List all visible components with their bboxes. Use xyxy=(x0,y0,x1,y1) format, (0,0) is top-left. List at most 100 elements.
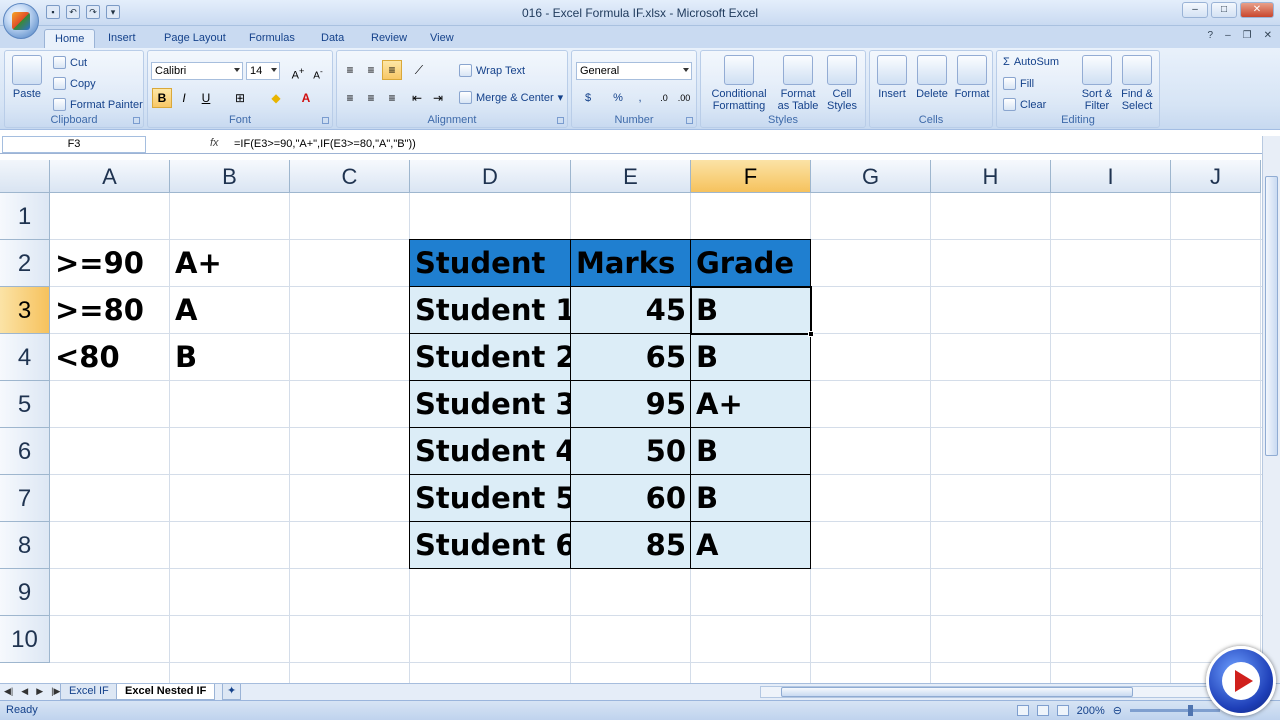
tab-insert[interactable]: Insert xyxy=(98,29,146,48)
select-all-button[interactable] xyxy=(0,160,50,193)
table-cell-grade[interactable]: B xyxy=(691,475,811,522)
row-header-4[interactable]: 4 xyxy=(0,334,50,381)
table-cell-marks[interactable]: 45 xyxy=(571,287,691,334)
row-header-6[interactable]: 6 xyxy=(0,428,50,475)
merge-center-button[interactable]: Merge & Center ▾ xyxy=(459,91,563,104)
tab-page-layout[interactable]: Page Layout xyxy=(154,29,236,48)
format-painter-button[interactable]: Format Painter xyxy=(53,98,143,111)
number-format-select[interactable]: General xyxy=(576,62,692,80)
italic-button[interactable]: I xyxy=(174,88,194,108)
currency-button[interactable]: $ xyxy=(578,88,598,108)
table-cell-student[interactable]: Student 5 xyxy=(410,475,571,522)
normal-view-icon[interactable] xyxy=(1016,705,1029,716)
column-header-e[interactable]: E xyxy=(571,160,691,193)
align-bottom-icon[interactable]: ≡ xyxy=(382,60,402,80)
vertical-scrollbar[interactable] xyxy=(1262,136,1280,684)
table-cell-grade[interactable]: B xyxy=(691,287,811,334)
column-header-f[interactable]: F xyxy=(691,160,811,193)
table-cell-student[interactable]: Student 4 xyxy=(410,428,571,475)
grow-font-button[interactable]: A+ xyxy=(288,61,308,82)
prev-sheet-icon[interactable]: ◀ xyxy=(21,686,28,697)
tab-home[interactable]: Home xyxy=(44,29,96,48)
align-top-icon[interactable]: ≡ xyxy=(340,60,360,80)
align-center-icon[interactable]: ≡ xyxy=(361,88,381,108)
insert-sheet-icon[interactable]: ✦ xyxy=(222,684,242,700)
table-cell-grade[interactable]: B xyxy=(691,428,811,475)
insert-cells-button[interactable]: Insert xyxy=(874,55,910,100)
align-middle-icon[interactable]: ≡ xyxy=(361,60,381,80)
column-header-i[interactable]: I xyxy=(1051,160,1171,193)
office-button[interactable] xyxy=(3,3,39,39)
table-cell-marks[interactable]: 85 xyxy=(571,522,691,569)
table-cell-student[interactable]: Student 6 xyxy=(410,522,571,569)
underline-button[interactable]: U xyxy=(196,88,216,108)
column-header-c[interactable]: C xyxy=(290,160,410,193)
table-cell-grade[interactable]: A xyxy=(691,522,811,569)
column-header-a[interactable]: A xyxy=(50,160,170,193)
cut-button[interactable]: Cut xyxy=(53,56,87,69)
autosum-button[interactable]: Σ AutoSum xyxy=(1003,56,1059,68)
column-header-h[interactable]: H xyxy=(931,160,1051,193)
table-header-marks[interactable]: Marks xyxy=(571,240,691,287)
row-header-7[interactable]: 7 xyxy=(0,475,50,522)
name-box[interactable]: F3 xyxy=(2,136,146,153)
font-launcher-icon[interactable] xyxy=(322,117,329,124)
help-icon[interactable]: ? xyxy=(1208,30,1214,41)
criteria-condition-cell[interactable]: >=90 xyxy=(50,240,170,287)
horizontal-scrollbar[interactable] xyxy=(760,686,1260,698)
row-header-10[interactable]: 10 xyxy=(0,616,50,663)
first-sheet-icon[interactable]: ◀| xyxy=(4,686,13,697)
maximize-button[interactable]: □ xyxy=(1211,2,1237,18)
ribbon-minimize-icon[interactable]: – xyxy=(1225,30,1231,41)
criteria-condition-cell[interactable]: <80 xyxy=(50,334,170,381)
column-header-g[interactable]: G xyxy=(811,160,931,193)
ribbon-close-icon[interactable]: ✕ xyxy=(1264,30,1272,41)
close-button[interactable]: ✕ xyxy=(1240,2,1274,18)
table-cell-marks[interactable]: 60 xyxy=(571,475,691,522)
number-launcher-icon[interactable] xyxy=(686,117,693,124)
fx-icon[interactable]: fx xyxy=(210,137,219,149)
next-sheet-icon[interactable]: ▶ xyxy=(36,686,43,697)
clipboard-launcher-icon[interactable] xyxy=(133,117,140,124)
row-header-2[interactable]: 2 xyxy=(0,240,50,287)
increase-decimal-icon[interactable]: .0 xyxy=(654,88,674,108)
increase-indent-icon[interactable]: ⇥ xyxy=(428,88,448,108)
table-header-grade[interactable]: Grade xyxy=(691,240,811,287)
zoom-level[interactable]: 200% xyxy=(1077,705,1105,717)
row-header-8[interactable]: 8 xyxy=(0,522,50,569)
sheet-tab-excel-if[interactable]: Excel IF xyxy=(60,684,118,700)
copy-button[interactable]: Copy xyxy=(53,77,96,90)
table-cell-marks[interactable]: 95 xyxy=(571,381,691,428)
page-break-view-icon[interactable] xyxy=(1056,705,1069,716)
fill-button[interactable]: Fill xyxy=(1003,77,1034,90)
cell-styles-button[interactable]: Cell Styles xyxy=(821,55,863,112)
tab-formulas[interactable]: Formulas xyxy=(239,29,305,48)
column-header-b[interactable]: B xyxy=(170,160,290,193)
tab-data[interactable]: Data xyxy=(311,29,354,48)
zoom-out-icon[interactable]: ⊖ xyxy=(1113,704,1122,717)
find-select-button[interactable]: Find & Select xyxy=(1119,55,1155,112)
table-cell-student[interactable]: Student 1 xyxy=(410,287,571,334)
comma-button[interactable]: , xyxy=(630,88,650,108)
percent-button[interactable]: % xyxy=(608,88,628,108)
formula-input[interactable]: =IF(E3>=90,"A+",IF(E3>=80,"A","B")) xyxy=(234,138,416,150)
decrease-indent-icon[interactable]: ⇤ xyxy=(407,88,427,108)
borders-icon[interactable]: ⊞ xyxy=(230,88,250,108)
table-cell-student[interactable]: Student 3 xyxy=(410,381,571,428)
tab-view[interactable]: View xyxy=(420,29,464,48)
sort-filter-button[interactable]: Sort & Filter xyxy=(1079,55,1115,112)
sheet-tab-excel-nested-if[interactable]: Excel Nested IF xyxy=(116,684,216,700)
format-as-table-button[interactable]: Format as Table xyxy=(775,55,821,112)
font-family-select[interactable]: Calibri xyxy=(151,62,243,80)
last-sheet-icon[interactable]: |▶ xyxy=(51,686,60,697)
criteria-grade-cell[interactable]: B xyxy=(170,334,290,381)
page-layout-view-icon[interactable] xyxy=(1036,705,1049,716)
bold-button[interactable]: B xyxy=(152,88,172,108)
vertical-scroll-thumb[interactable] xyxy=(1265,176,1278,456)
font-size-select[interactable]: 14 xyxy=(246,62,280,80)
criteria-grade-cell[interactable]: A+ xyxy=(170,240,290,287)
align-left-icon[interactable]: ≡ xyxy=(340,88,360,108)
column-header-j[interactable]: J xyxy=(1171,160,1261,193)
orientation-icon[interactable]: ⟋ xyxy=(409,60,429,80)
row-header-9[interactable]: 9 xyxy=(0,569,50,616)
